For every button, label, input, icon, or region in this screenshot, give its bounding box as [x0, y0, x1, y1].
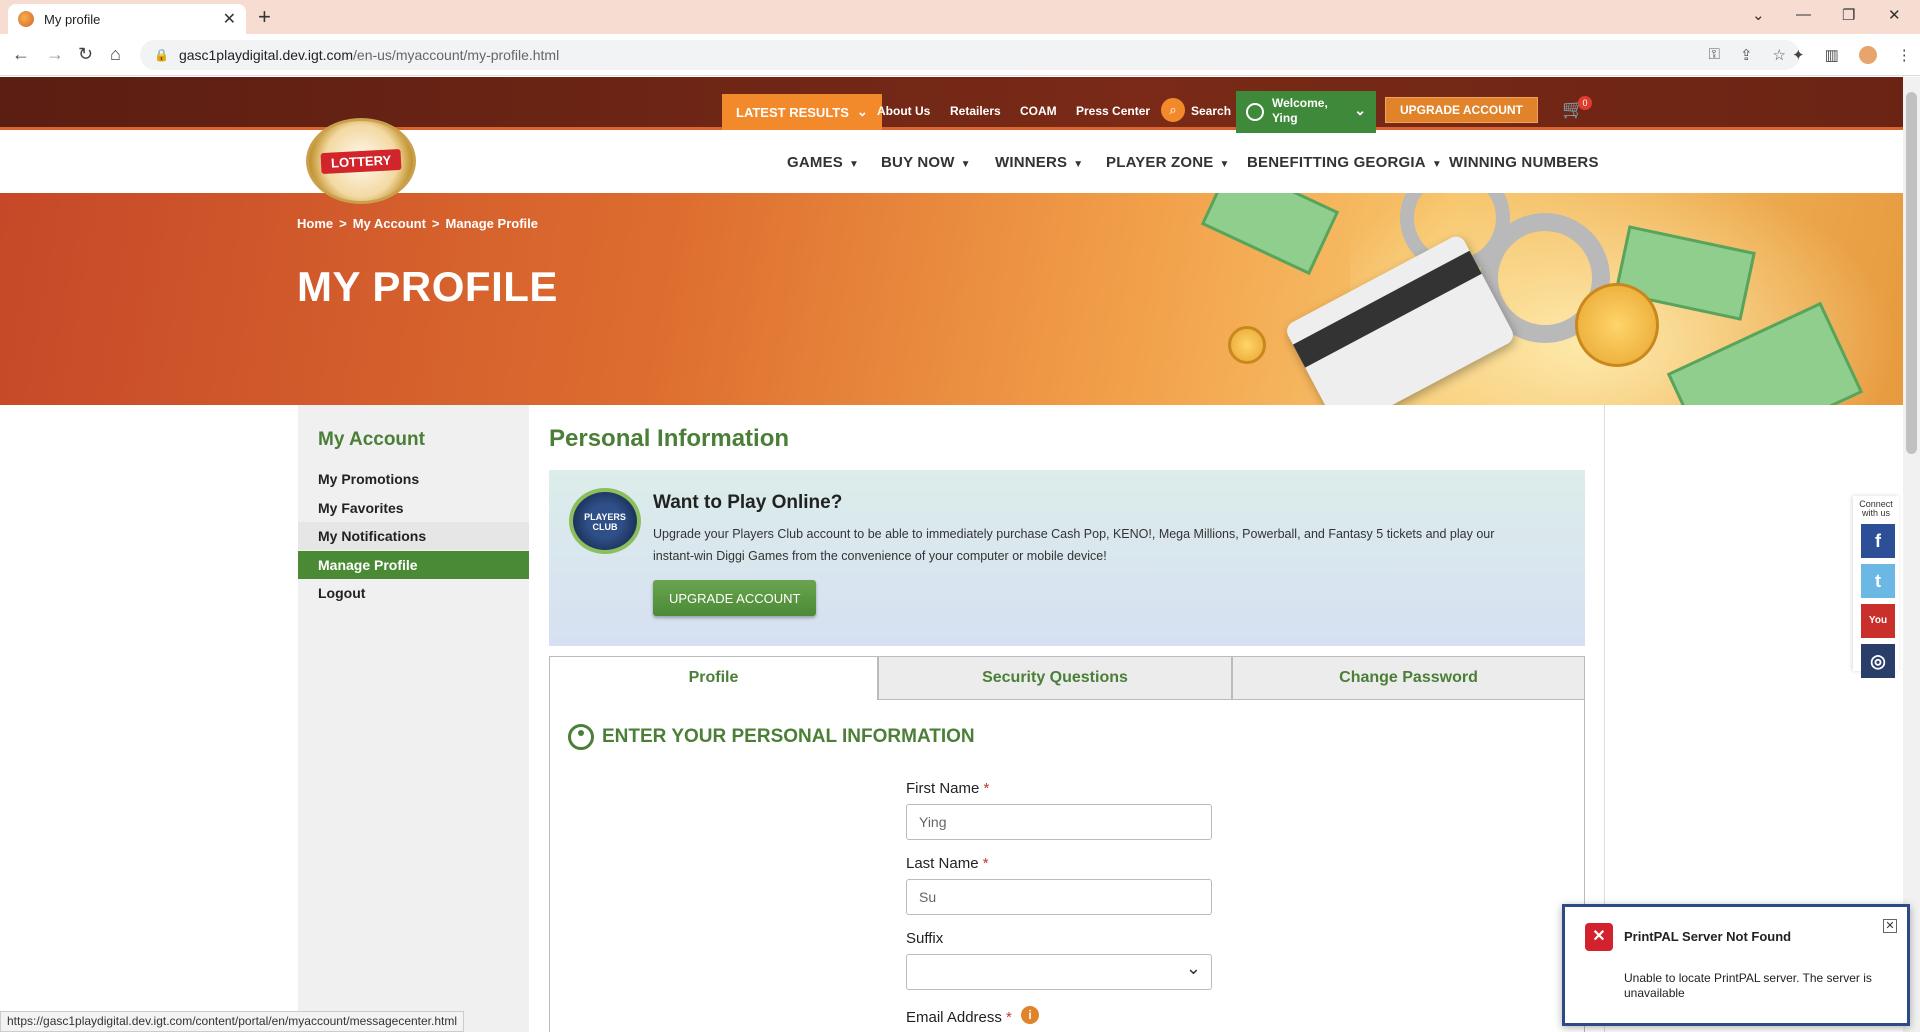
- browser-tab[interactable]: My profile ✕: [8, 4, 246, 34]
- printpal-error-toast: ✕ PrintPAL Server Not Found Unable to lo…: [1562, 904, 1910, 1026]
- last-name-field[interactable]: Su: [906, 879, 1212, 915]
- promo-body: Upgrade your Players Club account to be …: [653, 527, 1495, 563]
- address-toolbar: ← → ↻ ⌂ 🔒 gasc1playdigital.dev.igt.com/e…: [0, 34, 1920, 76]
- close-window-icon[interactable]: ✕: [1888, 6, 1901, 24]
- forward-icon[interactable]: →: [46, 44, 64, 65]
- sidebar-item-manage-profile[interactable]: Manage Profile: [298, 551, 529, 579]
- toast-message: Unable to locate PrintPAL server. The se…: [1624, 971, 1872, 1000]
- browser-tab-bar: My profile ✕ + ⌄ — ❐ ✕: [0, 0, 1920, 34]
- account-sidebar: My Account My Promotions My Favorites My…: [298, 405, 529, 1032]
- menu-icon[interactable]: ⋮: [1897, 46, 1912, 64]
- nav-games[interactable]: GAMES ▼: [787, 154, 859, 171]
- nav-player-zone[interactable]: PLAYER ZONE ▼: [1106, 154, 1230, 171]
- scrollbar-thumb[interactable]: [1906, 92, 1917, 454]
- sidebar-item-favorites[interactable]: My Favorites: [298, 494, 529, 522]
- url-text: gasc1playdigital.dev.igt.com/en-us/myacc…: [178, 47, 560, 63]
- tab-profile[interactable]: Profile: [549, 656, 878, 700]
- promo-heading: Want to Play Online?: [653, 492, 843, 513]
- form-heading: ENTER YOUR PERSONAL INFORMATION: [568, 724, 975, 750]
- about-us-link[interactable]: About Us: [877, 104, 930, 118]
- tab-security-questions[interactable]: Security Questions: [878, 656, 1232, 700]
- chevron-down-icon: ⌄: [856, 104, 868, 119]
- sidebar-item-promotions[interactable]: My Promotions: [298, 465, 529, 493]
- sidebar-title: My Account: [318, 429, 425, 450]
- nav-winning-numbers[interactable]: WINNING NUMBERS: [1449, 154, 1599, 171]
- chevron-down-icon: ⌄: [1354, 102, 1366, 118]
- nav-buy-now[interactable]: BUY NOW ▼: [881, 154, 971, 171]
- retailers-link[interactable]: Retailers: [950, 104, 1001, 118]
- social-label: Connect with us: [1859, 499, 1893, 518]
- tab-search-icon[interactable]: ⌄: [1752, 6, 1765, 24]
- suffix-label: Suffix: [906, 930, 944, 947]
- breadcrumb-manage-profile: Manage Profile: [445, 216, 538, 231]
- upgrade-promo-panel: PLAYERS CLUB Want to Play Online? Upgrad…: [549, 470, 1585, 646]
- hero-banner: [0, 193, 1903, 405]
- tab-title: My profile: [44, 11, 101, 27]
- status-url: https://gasc1playdigital.dev.igt.com/con…: [0, 1011, 465, 1032]
- new-tab-icon[interactable]: +: [258, 4, 271, 30]
- suffix-select[interactable]: [906, 951, 1212, 990]
- profile-avatar[interactable]: [1858, 46, 1877, 64]
- coam-link[interactable]: COAM: [1020, 104, 1057, 118]
- nav-benefitting-georgia[interactable]: BENEFITTING GEORGIA ▼: [1247, 154, 1442, 171]
- breadcrumb: Home > My Account > Manage Profile: [297, 216, 538, 231]
- key-icon[interactable]: ⚿: [1709, 46, 1720, 64]
- social-links: Connect with us f t You ◎: [1853, 496, 1899, 678]
- youtube-icon[interactable]: You: [1861, 604, 1895, 638]
- welcome-menu[interactable]: Welcome, Ying ⌄: [1236, 91, 1376, 133]
- user-icon: [1246, 103, 1264, 121]
- players-club-logo: PLAYERS CLUB: [569, 488, 641, 554]
- home-icon[interactable]: ⌂: [110, 44, 121, 65]
- email-label: Email Address *: [906, 1009, 1012, 1026]
- close-tab-icon[interactable]: ✕: [223, 9, 236, 29]
- section-title: Personal Information: [549, 425, 790, 452]
- toast-title: PrintPAL Server Not Found: [1624, 929, 1792, 944]
- last-name-label: Last Name *: [906, 855, 989, 872]
- minimize-icon[interactable]: —: [1796, 6, 1811, 23]
- tab-change-password[interactable]: Change Password: [1232, 656, 1585, 700]
- upgrade-account-button[interactable]: UPGRADE ACCOUNT: [653, 580, 817, 616]
- press-center-link[interactable]: Press Center: [1076, 104, 1150, 118]
- bookmark-star-icon[interactable]: ☆: [1773, 46, 1786, 64]
- info-icon[interactable]: i: [1021, 1006, 1039, 1024]
- close-icon[interactable]: ✕: [1883, 919, 1897, 933]
- cart-count-badge: 0: [1578, 96, 1592, 110]
- back-icon[interactable]: ←: [12, 44, 30, 65]
- georgia-lottery-logo[interactable]: LOTTERY: [306, 118, 416, 204]
- share-icon[interactable]: ⇪: [1740, 46, 1753, 64]
- side-panel-icon[interactable]: ▥: [1825, 46, 1839, 64]
- page-title: MY PROFILE: [297, 263, 558, 310]
- instagram-icon[interactable]: ◎: [1861, 644, 1895, 678]
- facebook-icon[interactable]: f: [1861, 524, 1895, 558]
- restore-icon[interactable]: ❐: [1842, 6, 1855, 24]
- reload-icon[interactable]: ↻: [78, 44, 93, 65]
- nav-winners[interactable]: WINNERS ▼: [995, 154, 1083, 171]
- user-icon: [568, 724, 594, 750]
- url-bar[interactable]: 🔒 gasc1playdigital.dev.igt.com/en-us/mya…: [140, 40, 1800, 70]
- sidebar-item-logout[interactable]: Logout: [298, 579, 529, 607]
- breadcrumb-my-account[interactable]: My Account: [353, 216, 426, 231]
- extensions-icon[interactable]: ✦: [1792, 46, 1805, 64]
- lock-icon[interactable]: 🔒: [154, 48, 169, 62]
- profile-tabs: Profile Security Questions Change Passwo…: [549, 656, 1585, 700]
- search-link[interactable]: Search: [1191, 104, 1231, 118]
- upgrade-account-top-button[interactable]: UPGRADE ACCOUNT: [1385, 97, 1538, 123]
- coin-illustration: [1228, 326, 1266, 364]
- error-icon: ✕: [1585, 923, 1613, 951]
- favicon-icon: [18, 11, 34, 27]
- search-icon[interactable]: ⌕: [1161, 98, 1185, 122]
- coin-illustration: [1575, 283, 1659, 367]
- twitter-icon[interactable]: t: [1861, 564, 1895, 598]
- first-name-field[interactable]: Ying: [906, 804, 1212, 840]
- money-illustration: [1200, 193, 1340, 276]
- first-name-label: First Name *: [906, 780, 990, 797]
- latest-results-button[interactable]: LATEST RESULTS ⌄: [722, 94, 882, 130]
- sidebar-item-notifications[interactable]: My Notifications: [298, 522, 529, 550]
- breadcrumb-home[interactable]: Home: [297, 216, 333, 231]
